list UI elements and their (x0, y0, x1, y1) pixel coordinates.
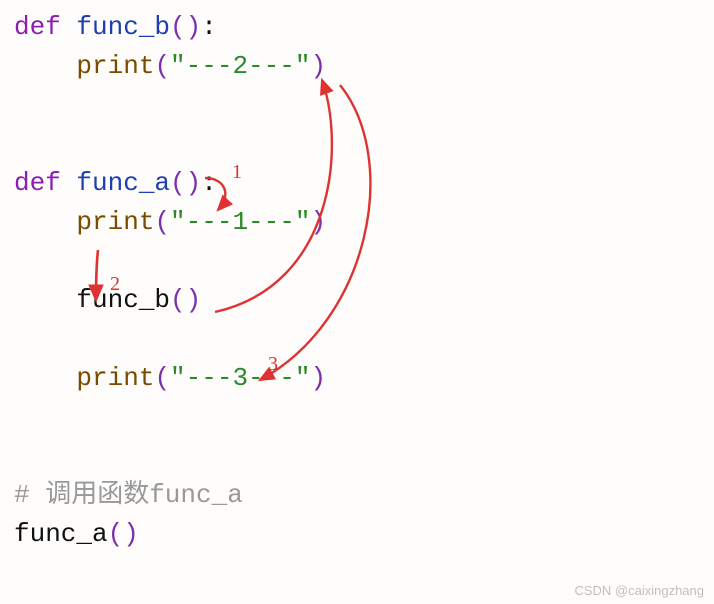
blank-line (14, 86, 714, 125)
string-literal-3: "---3---" (170, 363, 310, 393)
comment-text: # 调用函数func_a (14, 480, 243, 510)
print-builtin: print (76, 207, 154, 237)
print-builtin: print (76, 363, 154, 393)
close-paren: ) (186, 168, 202, 198)
colon: : (201, 168, 217, 198)
comment-line: # 调用函数func_a (14, 476, 714, 515)
open-paren: ( (170, 285, 186, 315)
line-call-func-b: func_b() (14, 281, 714, 320)
watermark: CSDN @caixingzhang (574, 583, 704, 598)
call-func-b: func_b (76, 285, 170, 315)
line-def-func-b: def func_b(): (14, 8, 714, 47)
line-print-3: print("---3---") (14, 359, 714, 398)
colon: : (201, 12, 217, 42)
string-literal-1: "---1---" (170, 207, 310, 237)
keyword-def: def (14, 168, 61, 198)
line-print-1: print("---1---") (14, 203, 714, 242)
open-paren: ( (108, 519, 124, 549)
open-paren: ( (154, 51, 170, 81)
blank-line (14, 125, 714, 164)
open-paren: ( (170, 168, 186, 198)
line-call-func-a: func_a() (14, 515, 714, 554)
string-literal-2: "---2---" (170, 51, 310, 81)
blank-line (14, 242, 714, 281)
line-def-func-a: def func_a(): (14, 164, 714, 203)
close-paren: ) (186, 12, 202, 42)
keyword-def: def (14, 12, 61, 42)
print-builtin: print (76, 51, 154, 81)
call-func-a: func_a (14, 519, 108, 549)
close-paren: ) (310, 207, 326, 237)
blank-line (14, 320, 714, 359)
code-block: def func_b(): print("---2---") def func_… (0, 0, 714, 554)
func-a-name: func_a (76, 168, 170, 198)
blank-line (14, 398, 714, 437)
open-paren: ( (154, 207, 170, 237)
open-paren: ( (154, 363, 170, 393)
line-print-2: print("---2---") (14, 47, 714, 86)
close-paren: ) (123, 519, 139, 549)
close-paren: ) (186, 285, 202, 315)
close-paren: ) (310, 51, 326, 81)
blank-line (14, 437, 714, 476)
func-b-name: func_b (76, 12, 170, 42)
close-paren: ) (310, 363, 326, 393)
open-paren: ( (170, 12, 186, 42)
